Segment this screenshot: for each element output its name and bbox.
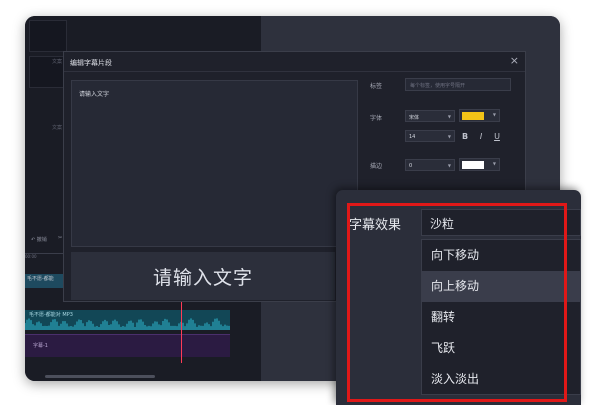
video-clip-label: 毛不愿-都能: [27, 276, 54, 282]
subtitle-text-input[interactable]: 请输入文字: [71, 80, 358, 247]
media-caption: 文案: [52, 125, 63, 131]
tags-input[interactable]: 每个标签，使用字号隔开: [405, 78, 511, 91]
dialog-divider: [64, 71, 525, 72]
subtitle-effect-label: 字幕效果: [349, 218, 402, 233]
stroke-color-picker[interactable]: ▼: [459, 158, 500, 171]
font-family-select[interactable]: 宋体 ▼: [405, 110, 455, 122]
subtitle-preview: 请输入文字: [71, 252, 335, 300]
bold-button[interactable]: B: [459, 131, 471, 143]
tags-placeholder: 每个标签，使用字号隔开: [410, 83, 466, 89]
chevron-down-icon: ▼: [447, 163, 451, 168]
tags-label: 标签: [370, 83, 383, 90]
dropdown-item-move-up[interactable]: 向上移动: [422, 271, 580, 302]
font-size-value: 14: [409, 134, 416, 140]
subtitle-track-label: 字幕-1: [33, 343, 48, 349]
dialog-title: 编辑字幕片段: [70, 59, 112, 67]
audio-clip[interactable]: 毛不愿-都能对 MP3: [25, 310, 230, 330]
font-label: 字体: [370, 115, 383, 122]
stroke-width-value: 0: [409, 163, 413, 169]
effect-dropdown-list: 向下移动 向上移动 翻转 飞跃 淡入淡出: [421, 239, 581, 395]
font-size-select[interactable]: 14 ▼: [405, 130, 455, 142]
cut-icon[interactable]: ✂: [58, 235, 62, 241]
undo-button[interactable]: ↶ 撤销: [31, 236, 47, 243]
subtitle-text-value: 请输入文字: [79, 91, 110, 98]
preview-text: 请输入文字: [152, 266, 253, 289]
waveform-path: [25, 318, 230, 330]
font-color-picker[interactable]: ▼: [459, 109, 500, 122]
media-caption: 文案: [52, 59, 63, 65]
subtitle-track[interactable]: 字幕-1: [25, 334, 230, 357]
italic-button[interactable]: I: [475, 131, 487, 143]
chevron-down-icon: ▼: [447, 134, 451, 139]
subtitle-effect-select[interactable]: 沙粒: [421, 209, 581, 236]
font-family-value: 宋体: [409, 115, 420, 121]
media-thumbnail[interactable]: [29, 20, 67, 52]
audio-clip-label: 毛不愿-都能对 MP3: [29, 312, 73, 318]
stroke-color-swatch: [462, 161, 484, 169]
effect-selected-value: 沙粒: [430, 217, 455, 231]
subtitle-effect-popup: 字幕效果 沙粒 向下移动 向上移动 翻转 飞跃 淡入淡出: [336, 190, 581, 405]
chevron-down-icon: ▼: [447, 114, 451, 119]
font-color-swatch: [462, 112, 484, 120]
stroke-label: 描边: [370, 163, 383, 170]
close-icon[interactable]: ×: [510, 54, 519, 67]
chevron-down-icon: ▼: [492, 161, 496, 166]
underline-button[interactable]: U: [491, 131, 503, 143]
timeline-scrollbar[interactable]: [45, 375, 155, 378]
dropdown-item-fly[interactable]: 飞跃: [422, 333, 580, 364]
dropdown-item-flip[interactable]: 翻转: [422, 302, 580, 333]
dropdown-item-move-down[interactable]: 向下移动: [422, 240, 580, 271]
dropdown-item-fade[interactable]: 淡入淡出: [422, 364, 580, 395]
ruler-tick: 00:00: [25, 254, 37, 259]
undo-label: 撤销: [36, 237, 47, 243]
stroke-width-select[interactable]: 0 ▼: [405, 159, 455, 171]
chevron-down-icon: ▼: [492, 112, 496, 117]
